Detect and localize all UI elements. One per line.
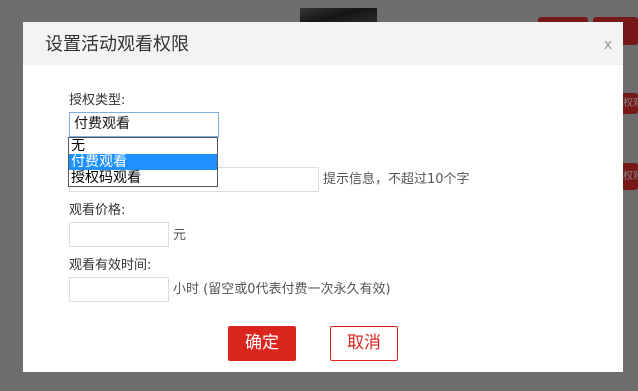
auth-type-option[interactable]: 授权码观看 (69, 170, 217, 186)
dialog-header: 设置活动观看权限 x (23, 22, 623, 65)
auth-type-option[interactable]: 付费观看 (69, 154, 217, 170)
auth-type-selected-value: 付费观看 (74, 116, 130, 132)
cancel-button[interactable]: 取消 (330, 326, 398, 361)
auth-type-option[interactable]: 无 (69, 138, 217, 154)
valid-time-label: 观看有效时间: (69, 258, 152, 273)
close-button[interactable]: x (600, 36, 616, 54)
dialog-title: 设置活动观看权限 (45, 34, 189, 55)
valid-time-unit: 小时 (留空或0代表付费一次永久有效) (173, 282, 391, 297)
valid-time-input[interactable] (69, 277, 169, 302)
confirm-button[interactable]: 确定 (228, 326, 296, 361)
price-input[interactable] (69, 222, 169, 247)
price-unit: 元 (173, 228, 187, 243)
tip-hint: 提示信息，不超过10个字 (323, 172, 470, 187)
auth-type-dropdown-list: 无 付费观看 授权码观看 (68, 137, 218, 187)
auth-type-select[interactable]: 付费观看 (69, 112, 219, 137)
price-label: 观看价格: (69, 203, 126, 218)
permission-dialog: 设置活动观看权限 x 授权类型: 付费观看 提示信息，不超过10个字 无 付费观… (23, 22, 623, 372)
auth-type-label: 授权类型: (69, 93, 126, 108)
